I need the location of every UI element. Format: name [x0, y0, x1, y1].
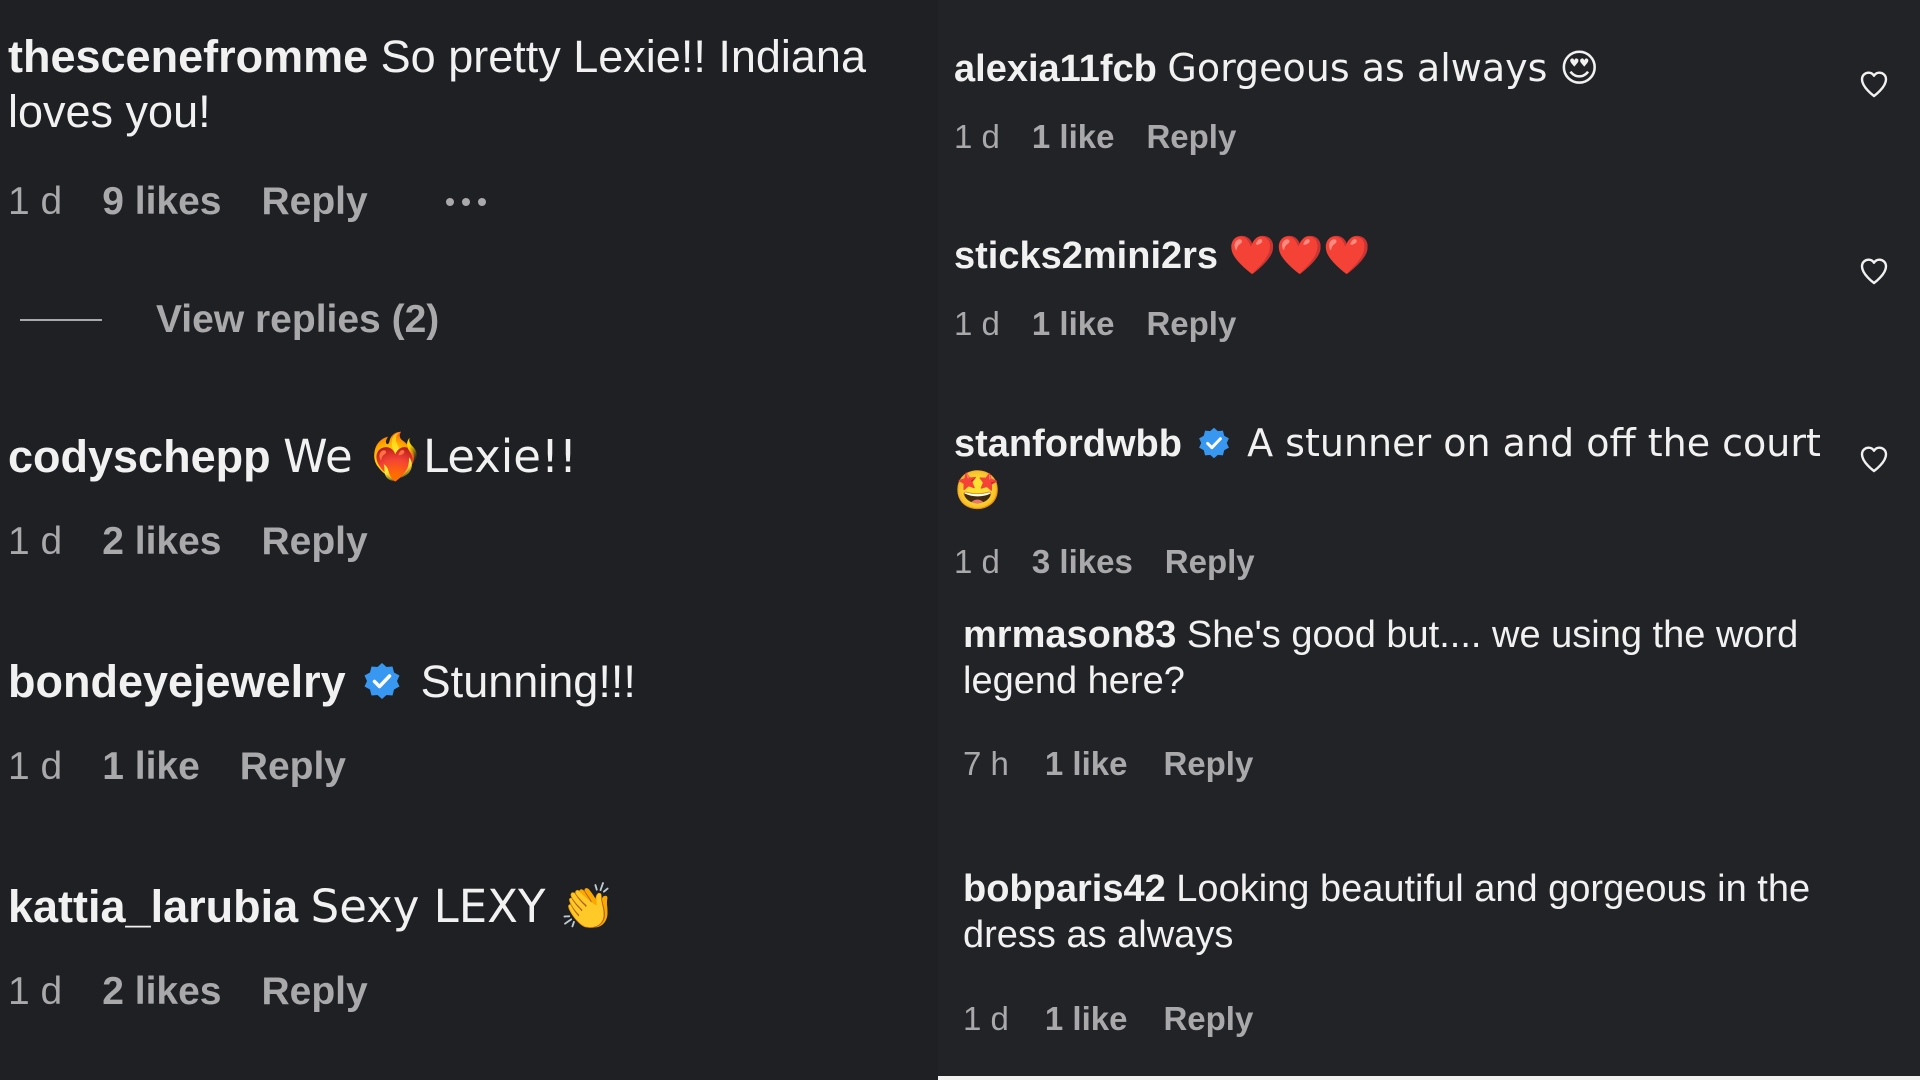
comment-time: 1 d	[954, 543, 1000, 580]
comment-time: 1 d	[8, 180, 63, 223]
comment-time: 1 d	[954, 118, 1000, 155]
comment-body: We ❤️‍🔥Lexie!!	[283, 430, 578, 483]
more-options-icon[interactable]	[445, 198, 486, 206]
reply-button[interactable]: Reply	[1146, 118, 1236, 156]
comment-body: Sexy LEXY 👏	[310, 880, 616, 933]
reply-button[interactable]: Reply	[262, 520, 368, 564]
heart-outline-icon[interactable]	[1858, 443, 1890, 475]
comment-time: 1 d	[8, 520, 63, 563]
comment-item: mrmason83 She's good but.... we using th…	[963, 612, 1853, 705]
comment-likes[interactable]: 1 like	[102, 745, 200, 789]
comment-meta: 1 d 1 like Reply	[954, 305, 1236, 343]
comment-meta: 1 d 2 likes Reply	[8, 970, 368, 1014]
comment-text: thescenefromme So pretty Lexie!! Indiana…	[8, 30, 928, 140]
comment-username[interactable]: thescenefromme	[8, 31, 368, 82]
reply-button[interactable]: Reply	[240, 745, 346, 789]
comment-item: codyschepp We ❤️‍🔥Lexie!!	[8, 430, 928, 485]
comment-text: stanfordwbb A stunner on and off the cou…	[954, 420, 1824, 515]
comment-body: Gorgeous as always 😍	[1167, 46, 1600, 90]
comment-meta: 1 d 1 like Reply	[963, 1000, 1253, 1038]
comment-likes[interactable]: 1 like	[1045, 1000, 1128, 1038]
comment-item: sticks2mini2rs ❤️❤️❤️	[954, 232, 1824, 279]
comment-meta: 1 d 1 like Reply	[8, 745, 346, 789]
comment-text: bondeyejewelry Stunning!!!	[8, 655, 928, 710]
comment-likes[interactable]: 1 like	[1032, 118, 1115, 156]
comment-likes[interactable]: 3 likes	[1032, 543, 1133, 581]
comment-body: Stunning!!!	[420, 656, 636, 707]
comment-username[interactable]: stanfordwbb	[954, 423, 1182, 465]
comment-text: kattia_larubia Sexy LEXY 👏	[8, 880, 928, 935]
comment-item: kattia_larubia Sexy LEXY 👏	[8, 880, 928, 935]
comment-username[interactable]: bondeyejewelry	[8, 656, 346, 707]
comment-body: ❤️❤️❤️	[1228, 233, 1371, 277]
comment-likes[interactable]: 1 like	[1032, 305, 1115, 343]
comment-item: bondeyejewelry Stunning!!!	[8, 655, 928, 710]
reply-button[interactable]: Reply	[262, 180, 368, 224]
heart-outline-icon[interactable]	[1858, 255, 1890, 287]
comment-text: bobparis42 Looking beautiful and gorgeou…	[963, 866, 1853, 959]
comment-item: stanfordwbb A stunner on and off the cou…	[954, 420, 1824, 515]
comment-username[interactable]: kattia_larubia	[8, 881, 298, 932]
verified-badge-icon	[1198, 427, 1229, 459]
comment-time: 1 d	[8, 970, 63, 1013]
divider-line	[20, 319, 102, 321]
comment-time: 1 d	[8, 745, 63, 788]
comment-meta: 1 d 1 like Reply	[954, 118, 1236, 156]
comment-meta: 1 d 9 likes Reply	[8, 180, 486, 224]
comment-username[interactable]: mrmason83	[963, 614, 1176, 656]
comment-meta: 1 d 3 likes Reply	[954, 543, 1255, 581]
comment-time: 7 h	[963, 745, 1009, 782]
comment-item: bobparis42 Looking beautiful and gorgeou…	[963, 866, 1853, 959]
bottom-edge-strip	[938, 1076, 1920, 1080]
reply-button[interactable]: Reply	[1163, 745, 1253, 783]
reply-button[interactable]: Reply	[1146, 305, 1236, 343]
comment-time: 1 d	[954, 305, 1000, 342]
right-comments-panel: alexia11fcb Gorgeous as always 😍 1 d 1 l…	[938, 0, 1920, 1080]
reply-button[interactable]: Reply	[262, 970, 368, 1014]
comment-username[interactable]: bobparis42	[963, 868, 1166, 910]
comment-item: alexia11fcb Gorgeous as always 😍	[954, 45, 1824, 92]
comment-username[interactable]: sticks2mini2rs	[954, 235, 1218, 277]
comment-item: thescenefromme So pretty Lexie!! Indiana…	[8, 30, 928, 140]
comment-likes[interactable]: 2 likes	[102, 520, 221, 564]
comment-text: sticks2mini2rs ❤️❤️❤️	[954, 232, 1824, 279]
comment-text: mrmason83 She's good but.... we using th…	[963, 612, 1853, 705]
comment-likes[interactable]: 1 like	[1045, 745, 1128, 783]
verified-badge-icon	[364, 663, 400, 699]
comment-meta: 1 d 2 likes Reply	[8, 520, 368, 564]
reply-button[interactable]: Reply	[1165, 543, 1255, 581]
left-comments-panel: thescenefromme So pretty Lexie!! Indiana…	[0, 0, 938, 1080]
comment-time: 1 d	[963, 1000, 1009, 1037]
comment-likes[interactable]: 9 likes	[102, 180, 221, 224]
view-replies-button[interactable]: View replies (2)	[20, 298, 439, 342]
comment-text: alexia11fcb Gorgeous as always 😍	[954, 45, 1824, 92]
reply-button[interactable]: Reply	[1163, 1000, 1253, 1038]
comment-text: codyschepp We ❤️‍🔥Lexie!!	[8, 430, 928, 485]
comment-likes[interactable]: 2 likes	[102, 970, 221, 1014]
heart-outline-icon[interactable]	[1858, 68, 1890, 100]
comment-meta: 7 h 1 like Reply	[963, 745, 1253, 783]
view-replies-label: View replies (2)	[156, 298, 440, 341]
comment-username[interactable]: codyschepp	[8, 431, 271, 482]
comment-username[interactable]: alexia11fcb	[954, 48, 1157, 90]
